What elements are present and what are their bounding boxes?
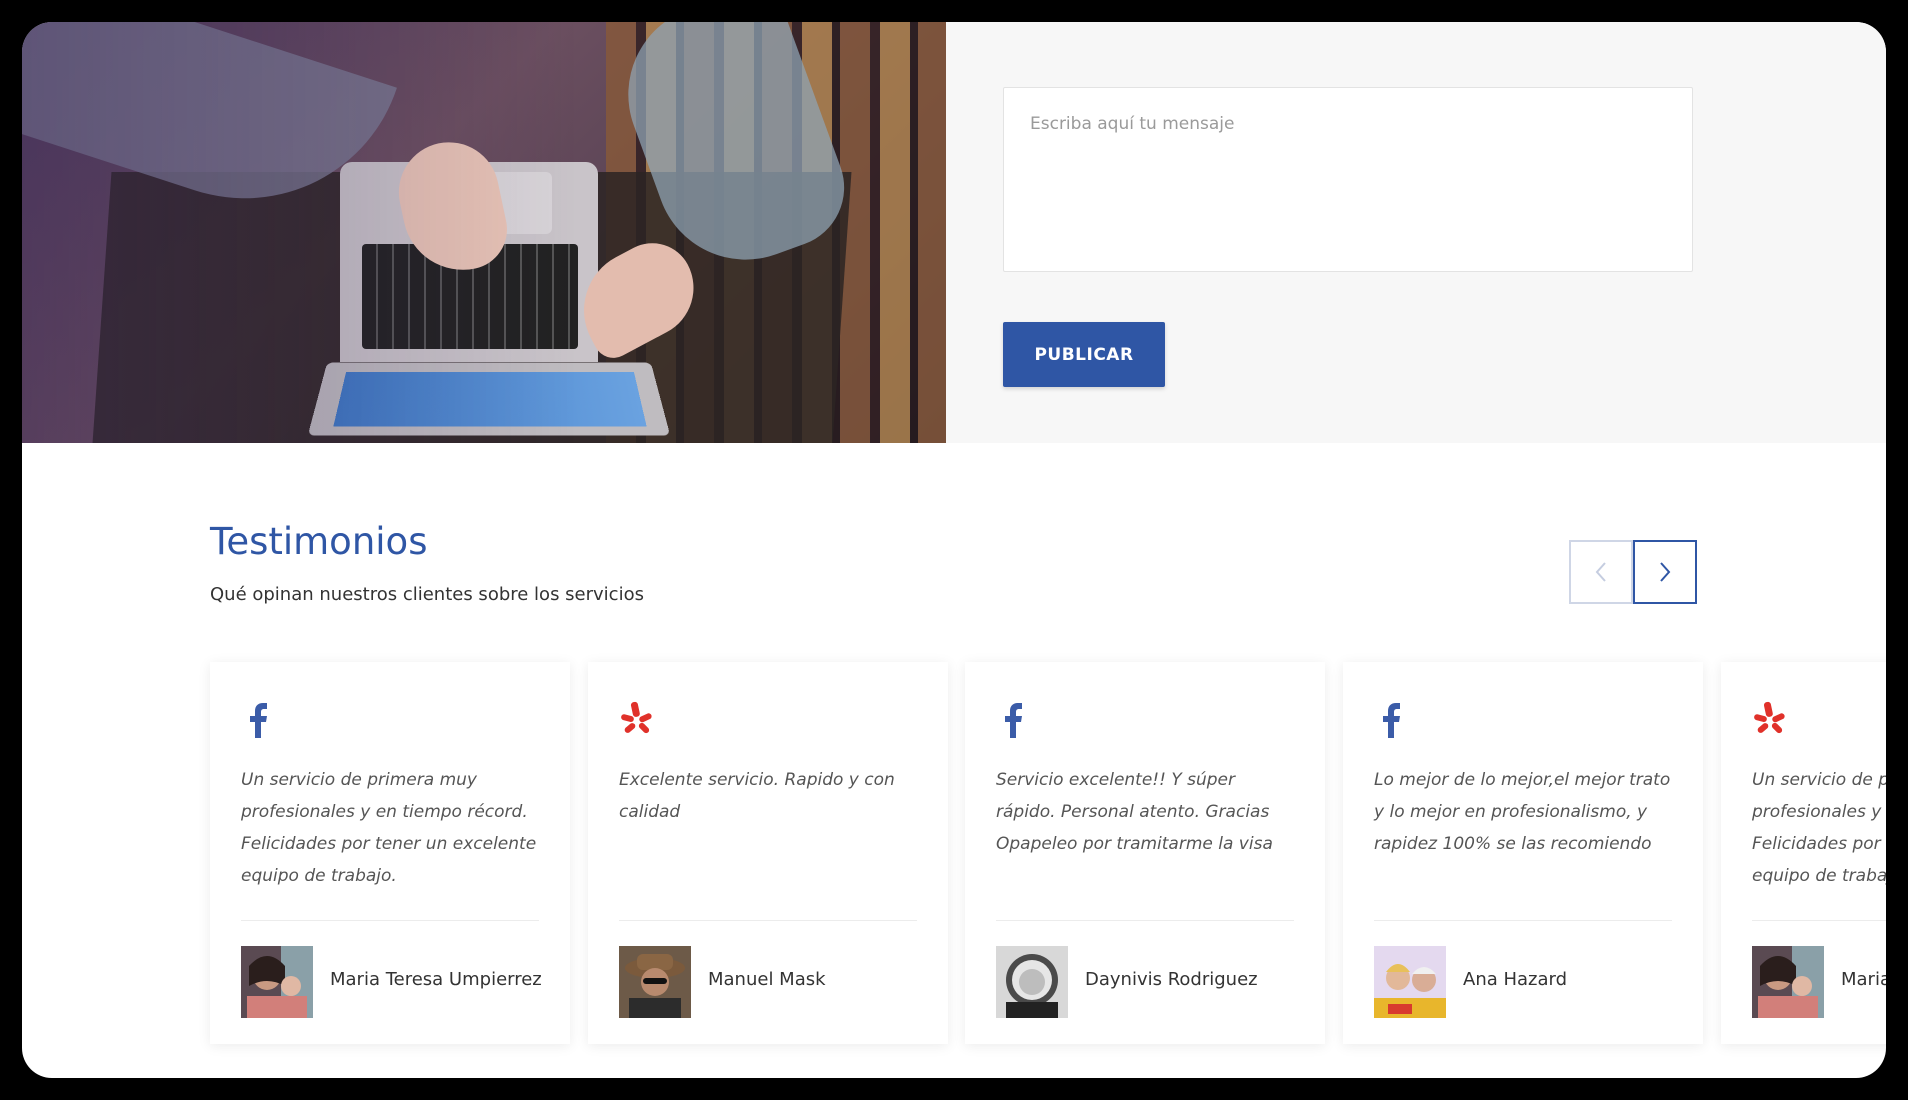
message-textarea[interactable] xyxy=(1003,87,1693,272)
chevron-left-icon xyxy=(1595,562,1606,582)
card-divider xyxy=(619,920,917,921)
carousel-prev-button[interactable] xyxy=(1569,540,1633,604)
card-divider xyxy=(1752,920,1886,921)
yelp-icon xyxy=(621,701,652,734)
avatar xyxy=(1374,946,1446,1018)
testimonial-author: Maria Teresa Umpierrez xyxy=(330,969,542,990)
facebook-icon xyxy=(250,703,267,738)
testimonial-quote: Un servicio de primera muy profesionales… xyxy=(241,770,537,886)
testimonial-author: Maria Teresa Umpierrez xyxy=(1841,969,1886,990)
testimonials-subtitle: Qué opinan nuestros clientes sobre los s… xyxy=(210,584,644,605)
card-divider xyxy=(996,920,1294,921)
facebook-icon xyxy=(1383,703,1400,738)
card-divider xyxy=(241,920,539,921)
testimonial-quote: Servicio excelente!! Y súper rápido. Per… xyxy=(996,770,1273,854)
testimonials-title: Testimonios xyxy=(210,520,428,563)
card-divider xyxy=(1374,920,1672,921)
carousel-next-button[interactable] xyxy=(1633,540,1697,604)
avatar xyxy=(619,946,691,1018)
testimonial-author: Daynivis Rodriguez xyxy=(1085,969,1258,990)
testimonial-card: Excelente servicio. Rapido y con calidad… xyxy=(588,662,948,1044)
hero-photo-laptop-hands xyxy=(22,22,946,443)
testimonial-quote: Lo mejor de lo mejor,el mejor trato y lo… xyxy=(1374,770,1671,854)
testimonial-card: Un servicio de primera muy profesionales… xyxy=(1721,662,1886,1044)
avatar xyxy=(1752,946,1824,1018)
browser-viewport: PUBLICAR Testimonios Qué opinan nuestros… xyxy=(22,22,1886,1078)
testimonial-card: Lo mejor de lo mejor,el mejor trato y lo… xyxy=(1343,662,1703,1044)
testimonial-quote: Excelente servicio. Rapido y con calidad xyxy=(619,770,895,822)
yelp-icon xyxy=(1754,701,1785,734)
chevron-right-icon xyxy=(1660,562,1671,582)
testimonial-author: Ana Hazard xyxy=(1463,969,1568,990)
testimonial-author: Manuel Mask xyxy=(708,969,826,990)
testimonial-card: Servicio excelente!! Y súper rápido. Per… xyxy=(965,662,1325,1044)
testimonials-carousel: Un servicio de primera muy profesionales… xyxy=(210,662,1886,1044)
testimonial-card: Un servicio de primera muy profesionales… xyxy=(210,662,570,1044)
publish-button[interactable]: PUBLICAR xyxy=(1003,322,1165,387)
testimonial-quote: Un servicio de primera muy profesionales… xyxy=(1752,770,1886,886)
avatar xyxy=(996,946,1068,1018)
facebook-icon xyxy=(1005,703,1022,738)
avatar xyxy=(241,946,313,1018)
message-form: PUBLICAR xyxy=(946,22,1886,443)
